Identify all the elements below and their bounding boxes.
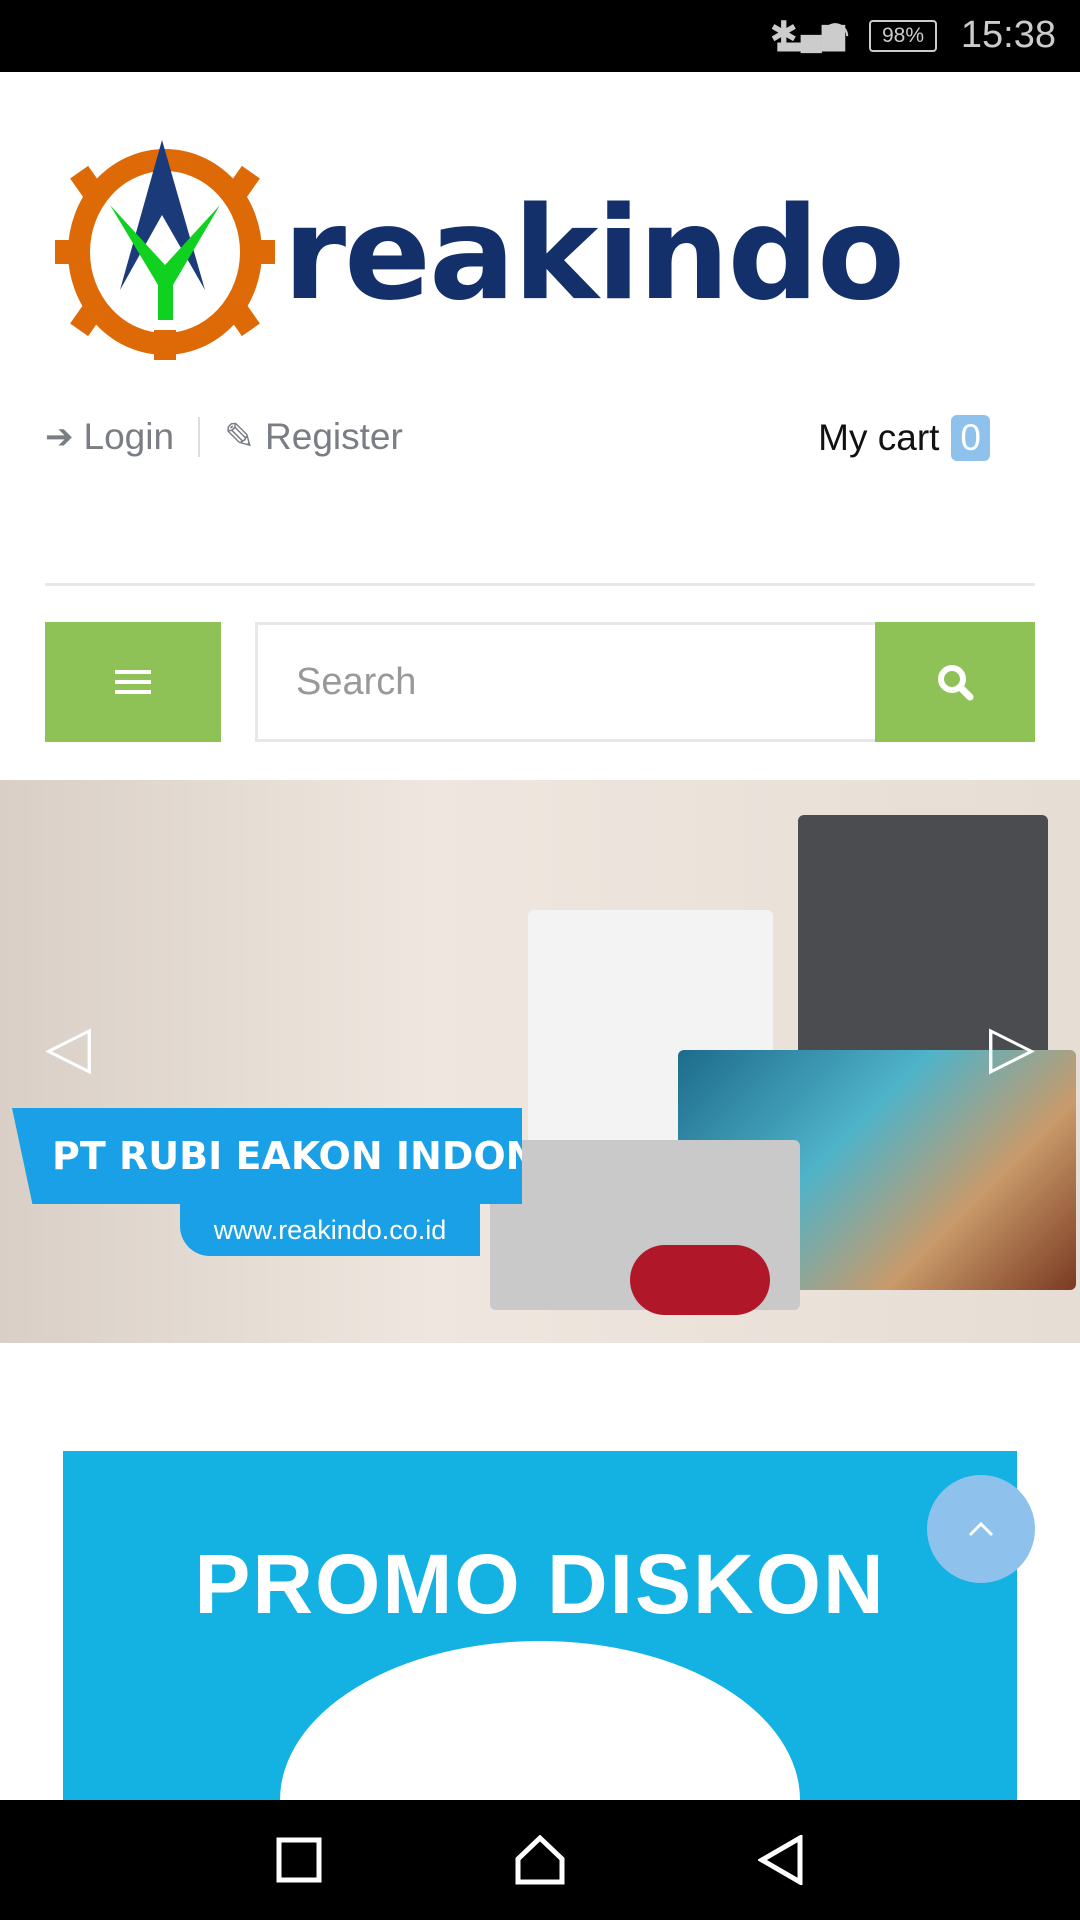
hamburger-icon	[115, 670, 151, 694]
promo-title: PROMO DISKON	[194, 1537, 886, 1631]
search-icon	[938, 665, 974, 701]
cart-link[interactable]: My cart 0	[818, 415, 990, 461]
back-icon[interactable]	[757, 1835, 804, 1885]
battery-icon: 98%	[869, 20, 937, 52]
account-links: ➔ Login ✎ Register	[45, 415, 403, 458]
banner-headline: PT RUBI EAKON INDONESIA	[12, 1108, 522, 1204]
promo-banner[interactable]: PROMO DISKON	[63, 1451, 1017, 1800]
logo[interactable]: reakindo	[55, 140, 1015, 360]
register-link[interactable]: ✎ Register	[224, 415, 403, 458]
cart-label: My cart	[818, 417, 940, 458]
header-divider	[45, 583, 1035, 586]
login-link[interactable]: ➔ Login	[45, 416, 174, 458]
search-button[interactable]	[875, 622, 1035, 742]
hero-carousel[interactable]: PT RUBI EAKON INDONESIA www.reakindo.co.…	[0, 780, 1080, 1343]
chevron-up-icon	[968, 1521, 994, 1537]
brand-wordmark: reakindo	[283, 180, 905, 329]
signal-icon: ▂▄▆	[777, 18, 845, 51]
promo-circle	[280, 1641, 800, 1800]
android-nav-bar	[0, 1800, 1080, 1920]
carousel-next-icon[interactable]: ▷	[989, 1012, 1035, 1082]
carousel-prev-icon[interactable]: ◁	[45, 1012, 91, 1082]
gear-logo-icon	[55, 140, 275, 360]
divider	[198, 416, 201, 457]
home-icon[interactable]	[515, 1835, 565, 1885]
banner-url: www.reakindo.co.id	[180, 1204, 480, 1256]
recents-icon[interactable]	[276, 1837, 322, 1883]
menu-button[interactable]	[45, 622, 221, 742]
scroll-to-top-button[interactable]	[927, 1475, 1035, 1583]
vacuum-image	[630, 1245, 770, 1315]
cart-count-badge: 0	[951, 415, 990, 461]
search-input[interactable]	[255, 622, 875, 742]
edit-icon: ✎	[224, 416, 256, 457]
clock: 15:38	[960, 14, 1056, 56]
sign-in-icon: ➔	[45, 417, 74, 456]
status-bar: ✱ ◠ ▂▄▆ 98% 15:38	[0, 0, 1080, 72]
